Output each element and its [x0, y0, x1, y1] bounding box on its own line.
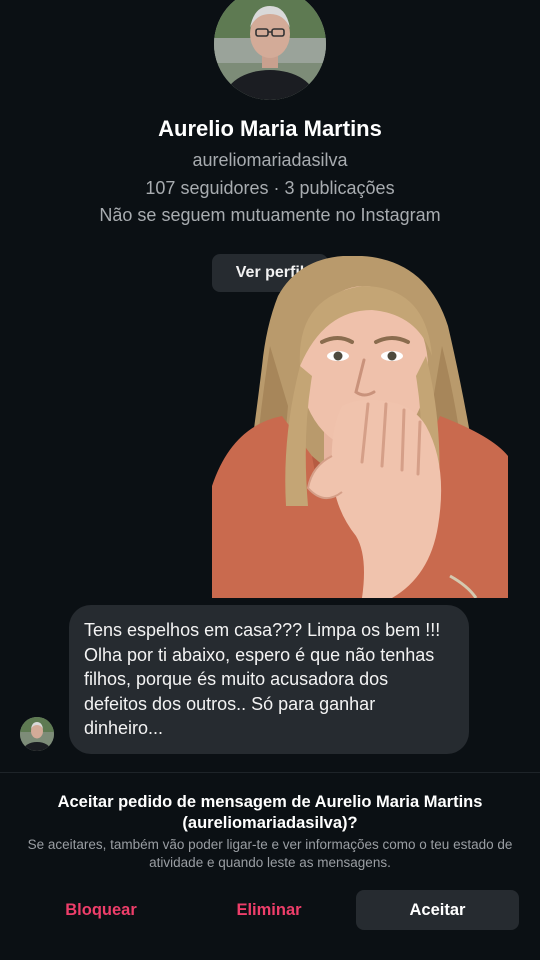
request-actions: Bloquear Eliminar Aceitar — [0, 890, 540, 930]
profile-avatar-image — [214, 0, 326, 100]
woman-cutout-image — [212, 256, 508, 598]
message-request-screen: Aurelio Maria Martins aureliomariadasilv… — [0, 0, 540, 960]
profile-name: Aurelio Maria Martins — [158, 116, 382, 141]
mutual-follow-status: Não se seguem mutuamente no Instagram — [99, 205, 441, 225]
profile-stats: 107 seguidores · 3 publicações — [145, 178, 395, 198]
overlay-woman-photo — [212, 256, 508, 598]
accept-button[interactable]: Aceitar — [356, 890, 519, 930]
request-title: Aceitar pedido de mensagem de Aurelio Ma… — [57, 793, 483, 832]
sender-avatar[interactable] — [20, 717, 54, 751]
block-button[interactable]: Bloquear — [36, 890, 166, 930]
sender-avatar-image — [20, 717, 54, 751]
profile-username: aureliomariadasilva — [192, 150, 348, 170]
delete-button[interactable]: Eliminar — [204, 890, 334, 930]
footer-divider — [0, 772, 540, 773]
message-bubble[interactable]: Tens espelhos em casa??? Limpa os bem !!… — [69, 605, 469, 754]
profile-avatar[interactable] — [214, 0, 326, 100]
request-description: Se aceitares, também vão poder ligar-te … — [27, 837, 513, 870]
